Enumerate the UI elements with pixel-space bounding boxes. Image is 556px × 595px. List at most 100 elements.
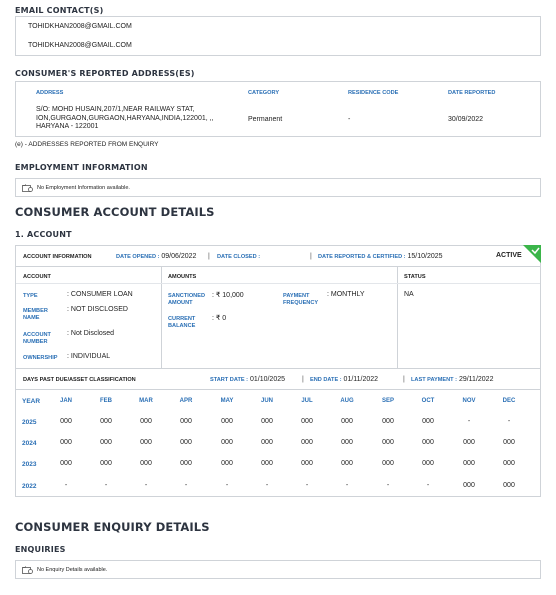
dpd-value-cell: 000 [261, 418, 273, 425]
member-name-value: : NOT DISCLOSED [67, 306, 128, 313]
enquiry-section-title: CONSUMER ENQUIRY DETAILS [15, 520, 210, 534]
status-value: NA [404, 291, 414, 298]
dpd-value-cell: 000 [221, 439, 233, 446]
dpd-value-cell: 000 [180, 460, 192, 467]
email-section-title: EMAIL CONTACT(S) [15, 6, 104, 15]
account-number-label: ACCOUNT NUMBER [23, 332, 51, 345]
date-closed: DATE CLOSED : [217, 254, 261, 260]
email-item: TOHIDKHAN2008@GMAIL.COM [28, 42, 132, 49]
type-value: : CONSUMER LOAN [67, 291, 133, 298]
enquiry-info-box: No Enquiry Details available. [15, 560, 541, 579]
dpd-value-cell: 000 [180, 418, 192, 425]
dpd-year-cell: 2025 [22, 419, 37, 426]
empty-folder-icon [22, 184, 33, 192]
dpd-value-cell: 000 [341, 439, 353, 446]
employment-info-box: No Employment Information available. [15, 178, 541, 197]
account-heading: 1. ACCOUNT [15, 230, 72, 239]
category-header: CATEGORY [248, 90, 280, 96]
dpd-value-cell: - [225, 482, 229, 489]
dpd-value-cell: 000 [140, 460, 152, 467]
current-balance-label: CURRENT BALANCE [168, 316, 196, 329]
account-number-value: : Not Disclosed [67, 330, 115, 337]
sanctioned-amount-value: : ₹ 10,000 [212, 292, 244, 299]
email-list: TOHIDKHAN2008@GMAIL.COM TOHIDKHAN2008@GM… [15, 16, 541, 56]
member-name-label: MEMBER NAME [23, 308, 48, 321]
address-table: ADDRESS CATEGORY RESIDENCE CODE DATE REP… [15, 81, 541, 137]
dpd-value-cell: 000 [463, 439, 475, 446]
dpd-value-cell: 000 [341, 460, 353, 467]
date-opened: DATE OPENED : 09/06/2022 [116, 253, 197, 260]
dpd-value-cell: 000 [140, 418, 152, 425]
dpd-value-cell: 000 [422, 439, 434, 446]
dpd-value-cell: 000 [140, 439, 152, 446]
employment-section-title: EMPLOYMENT INFORMATION [15, 163, 148, 172]
dpd-value-cell: 000 [60, 439, 72, 446]
payment-frequency-value: : MONTHLY [327, 291, 365, 298]
status-badge: ACTIVE [496, 252, 522, 259]
dpd-value-cell: - [467, 418, 471, 425]
dpd-value-cell: 000 [301, 439, 313, 446]
dpd-year-cell: 2023 [22, 461, 37, 468]
dpd-month-header: OCT [421, 398, 435, 404]
dpd-value-cell: 000 [221, 460, 233, 467]
dpd-year-cell: 2024 [22, 440, 37, 447]
address-value: S/O: MOHD HUSAIN,207/1,NEAR RAILWAY STAT… [36, 106, 214, 130]
address-footnote: (e) - ADDRESSES REPORTED FROM ENQUIRY [15, 141, 159, 148]
dpd-value-cell: 000 [503, 460, 515, 467]
separator: | [208, 253, 210, 260]
dpd-month-header: AUG [340, 398, 354, 404]
dpd-value-cell: 000 [180, 439, 192, 446]
email-item: TOHIDKHAN2008@GMAIL.COM [28, 23, 132, 30]
dpd-value-cell: 000 [382, 460, 394, 467]
dpd-value-cell: 000 [382, 418, 394, 425]
employment-empty-message: No Employment Information available. [37, 185, 130, 191]
dpd-month-header: JAN [59, 398, 72, 404]
dpd-value-cell: - [426, 482, 430, 489]
dpd-value-cell: 000 [422, 460, 434, 467]
dpd-value-cell: 000 [463, 460, 475, 467]
dpd-value-cell: - [386, 482, 390, 489]
residence-code-header: RESIDENCE CODE [348, 90, 399, 96]
dpd-value-cell: - [104, 482, 108, 489]
date-reported-certified: DATE REPORTED & CERTIFIED : 15/10/2025 [318, 253, 443, 260]
dpd-month-header: FEB [100, 398, 112, 404]
dpd-value-cell: 000 [503, 439, 515, 446]
dpd-value-cell: 000 [261, 460, 273, 467]
address-header: ADDRESS [36, 90, 64, 96]
date-reported-header: DATE REPORTED [448, 90, 496, 96]
dpd-last-payment: LAST PAYMENT : 29/11/2022 [411, 376, 494, 383]
dpd-value-cell: 000 [100, 418, 112, 425]
ownership-label: OWNERSHIP [23, 355, 58, 361]
active-check-icon [523, 245, 541, 263]
amounts-col-header: AMOUNTS [168, 274, 197, 280]
separator: | [310, 253, 312, 260]
account-card: ACCOUNT INFORMATION DATE OPENED : 09/06/… [15, 245, 541, 497]
ownership-value: : INDIVIDUAL [67, 353, 111, 360]
dpd-value-cell: 000 [503, 482, 515, 489]
account-col-header: ACCOUNT [23, 274, 51, 280]
dpd-value-cell: 000 [382, 439, 394, 446]
current-balance-value: : ₹ 0 [212, 315, 227, 322]
dpd-month-header: NOV [462, 398, 476, 404]
dpd-value-cell: 000 [60, 418, 72, 425]
dpd-end-date: END DATE : 01/11/2022 [310, 376, 379, 383]
dpd-value-cell: - [184, 482, 188, 489]
empty-folder-icon [22, 566, 33, 574]
dpd-value-cell: - [345, 482, 349, 489]
dpd-month-header: DEC [502, 398, 516, 404]
dpd-month-header: JUN [260, 398, 273, 404]
separator: | [302, 376, 304, 383]
category-value: Permanent [248, 116, 283, 123]
dpd-month-header: JUL [301, 398, 313, 404]
dpd-value-cell: - [144, 482, 148, 489]
dpd-value-cell: - [507, 418, 511, 425]
enquiry-empty-message: No Enquiry Details available. [37, 567, 108, 573]
payment-frequency-label: PAYMENT FREQUENCY [283, 293, 319, 306]
dpd-value-cell: 000 [100, 460, 112, 467]
dpd-label: DAYS PAST DUE/ASSET CLASSIFICATION [23, 377, 136, 383]
dpd-value-cell: 000 [301, 460, 313, 467]
dpd-value-cell: - [305, 482, 309, 489]
dpd-value-cell: 000 [60, 460, 72, 467]
dpd-value-cell: 000 [341, 418, 353, 425]
type-label: TYPE [23, 293, 38, 299]
